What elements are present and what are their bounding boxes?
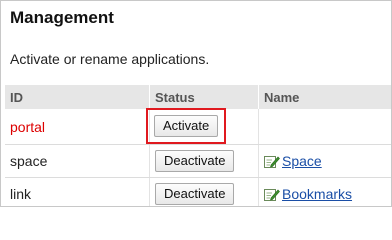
highlight-box: Activate	[146, 108, 227, 144]
app-id-space: space	[10, 153, 48, 169]
app-id-link: link	[10, 186, 32, 202]
column-header-name: Name	[258, 85, 391, 109]
app-link-bookmarks[interactable]: Bookmarks	[282, 186, 352, 202]
applications-table: ID Status Name portal Activate space Dea…	[5, 85, 391, 206]
status-cell: Deactivate	[149, 144, 259, 178]
status-cell: Activate	[146, 108, 259, 145]
page-title: Management	[10, 8, 114, 27]
deactivate-button-space[interactable]: Deactivate	[155, 150, 235, 172]
name-cell: Space	[258, 144, 391, 178]
app-id-cell: link	[5, 177, 150, 206]
page-description: Activate or rename applications.	[10, 51, 210, 67]
table-header-row: ID Status Name	[5, 85, 391, 109]
edit-icon[interactable]	[264, 187, 280, 202]
deactivate-button-link[interactable]: Deactivate	[155, 183, 235, 205]
edit-icon[interactable]	[264, 154, 280, 169]
table-row-space: space Deactivate Space	[5, 144, 391, 178]
status-cell: Deactivate	[149, 177, 259, 206]
table-row-link: link Deactivate Bookmarks	[5, 177, 391, 206]
app-link-space[interactable]: Space	[282, 153, 322, 169]
app-id-cell: space	[5, 144, 150, 178]
activate-button[interactable]: Activate	[154, 115, 219, 137]
management-panel: Management Activate or rename applicatio…	[0, 0, 392, 207]
column-header-id: ID	[5, 85, 150, 109]
name-cell	[258, 109, 391, 145]
app-id-portal: portal	[10, 118, 46, 135]
app-id-cell: portal	[5, 109, 150, 145]
table-row-portal: portal Activate	[5, 108, 391, 145]
name-cell: Bookmarks	[258, 177, 391, 206]
column-header-status: Status	[149, 85, 259, 109]
